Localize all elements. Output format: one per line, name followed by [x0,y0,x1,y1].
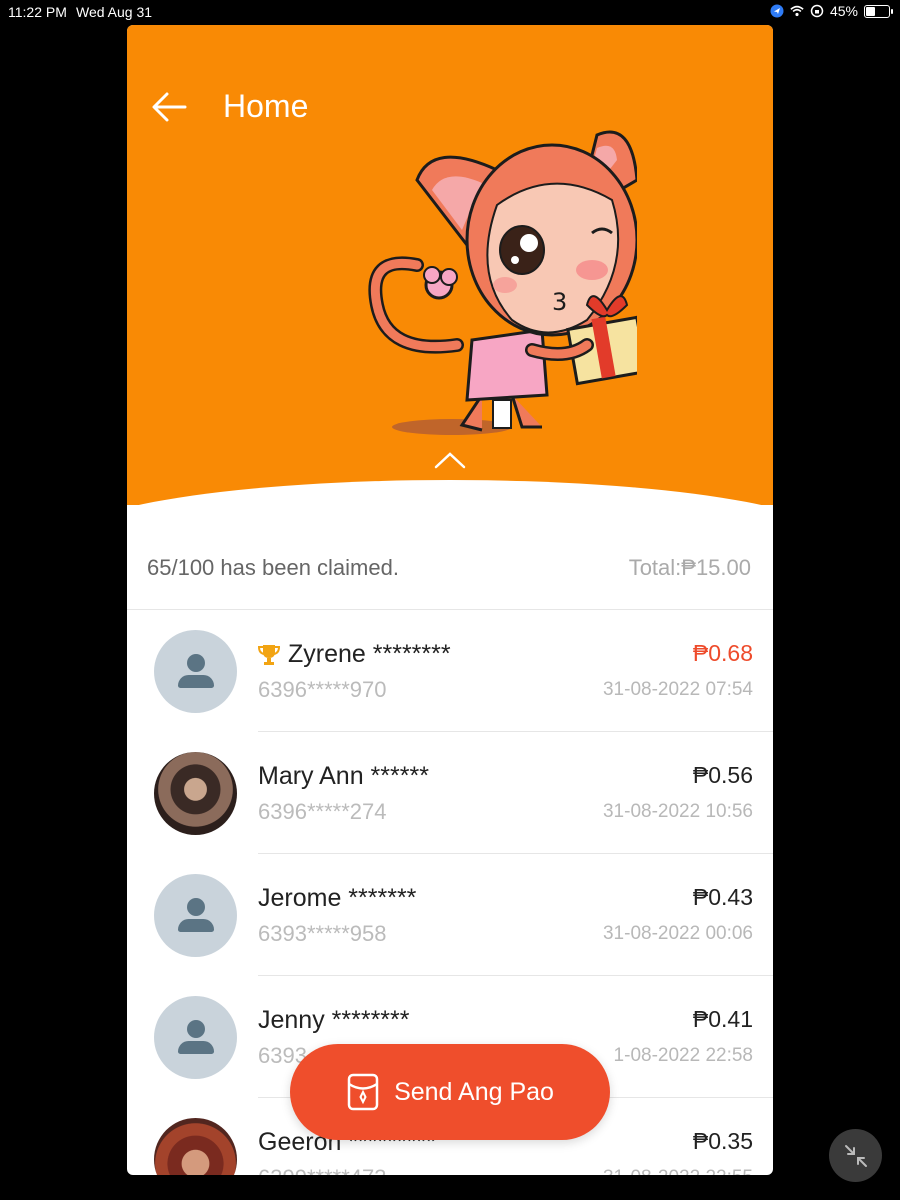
total-amount: Total:₱15.00 [628,555,751,580]
minimize-button[interactable] [829,1129,882,1182]
red-envelope-icon [347,1073,379,1111]
avatar [154,1118,237,1175]
recipient-name: Jerome ******* [258,884,417,912]
recipient-name: Zyrene ******** [288,640,451,668]
send-button-label: Send Ang Pao [394,1077,554,1106]
recipient-amount: ₱0.43 [692,884,753,910]
wifi-icon [790,5,804,17]
recipient-name: Jenny ******** [258,1006,410,1034]
list-item[interactable]: Zyrene ******** 6396*****970 ₱0.68 31-08… [127,610,773,732]
back-arrow-icon[interactable] [149,89,189,125]
recipient-phone: 6399*****473 [258,1165,386,1175]
avatar [154,752,237,835]
location-icon [770,4,784,18]
default-avatar-icon [154,630,237,713]
status-bar: 11:22 PM Wed Aug 31 45% [0,0,900,24]
recipient-date: 31-08-2022 00:06 [602,923,753,944]
recipient-amount: ₱0.41 [692,1006,753,1032]
chevron-up-icon[interactable] [430,447,470,473]
ang-pao-card: Home 3 65/100 has been claimed. Total:₱1… [127,25,773,1175]
recipient-name: Mary Ann ****** [258,762,429,790]
battery-percent: 45% [829,3,858,19]
monkey-gift-illustration: 3 [368,130,637,435]
battery-icon [864,4,893,18]
default-avatar-icon [154,874,237,957]
recipient-phone: 6396*****970 [258,677,387,702]
collapse-arrows-icon [844,1144,867,1167]
recipient-amount: ₱0.68 [692,640,753,666]
status-icons: 45% [770,3,893,19]
recipient-date: 31-08-2022 10:56 [602,801,753,822]
trophy-icon [258,644,280,665]
send-ang-pao-button[interactable]: Send Ang Pao [290,1044,610,1140]
status-date: Wed Aug 31 [76,4,153,20]
recipient-phone: 6393*****958 [258,921,387,946]
recipient-date: 1-08-2022 22:58 [613,1045,753,1066]
claim-summary: 65/100 has been claimed. Total:₱15.00 [127,540,773,610]
default-avatar-icon [154,996,237,1079]
claimed-count: 65/100 has been claimed. [147,555,399,580]
status-time: 11:22 PM [8,4,67,20]
list-item[interactable]: Mary Ann ****** 6396*****274 ₱0.56 31-08… [127,732,773,854]
recipient-amount: ₱0.35 [692,1128,753,1154]
list-item[interactable]: Jerome ******* 6393*****958 ₱0.43 31-08-… [127,854,773,976]
recipient-date: 31-08-2022 22:55 [603,1167,753,1175]
lock-rotation-icon [810,4,824,18]
header-banner: Home 3 [127,25,773,600]
svg-text:3: 3 [552,288,567,316]
recipient-amount: ₱0.56 [692,762,753,788]
recipient-date: 31-08-2022 07:54 [602,679,753,700]
recipient-phone: 6396*****274 [258,799,387,824]
